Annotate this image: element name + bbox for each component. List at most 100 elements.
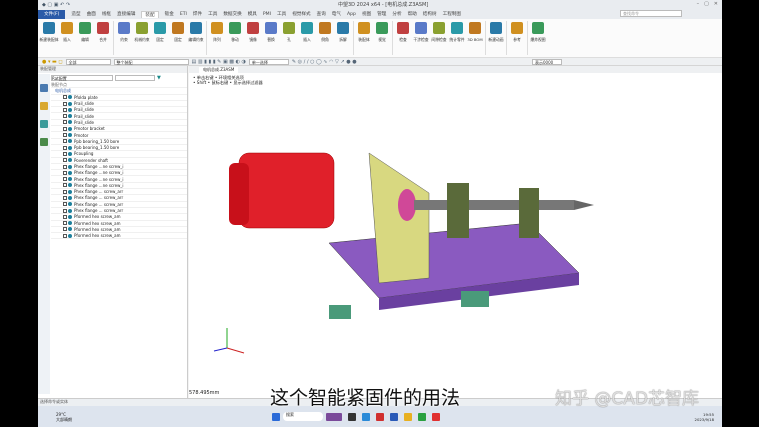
ribbon-button[interactable]: 统计零件 (448, 19, 466, 57)
ribbon-button[interactable]: 3D BOM (466, 19, 484, 57)
ribbon-button[interactable]: 固定 (151, 19, 169, 57)
clock[interactable]: 19:55 2023/9/18 (695, 412, 714, 422)
ribbon-button[interactable]: 编辑 (76, 19, 94, 57)
tab[interactable]: 线框 (102, 11, 111, 17)
selection-select[interactable]: 单一选择 (248, 58, 289, 65)
config-select[interactable]: Rat配置 (51, 75, 113, 81)
visibility-checkbox[interactable] (63, 164, 67, 169)
close-icon[interactable]: ✕ (714, 1, 718, 7)
app-icon[interactable] (390, 412, 398, 421)
ribbon-button[interactable]: 新建动画 (487, 19, 505, 57)
zoom-select[interactable]: 表示0000 (532, 58, 562, 65)
tab[interactable]: 帮助 (408, 11, 417, 17)
app-icon[interactable] (348, 412, 356, 421)
tab[interactable]: 数据交换 (223, 11, 241, 17)
visibility-checkbox[interactable] (63, 214, 67, 219)
visibility-checkbox[interactable] (63, 227, 67, 232)
app-icon[interactable] (418, 412, 426, 421)
ribbon-button[interactable]: 合并 (94, 19, 112, 57)
minimize-icon[interactable]: – (697, 1, 700, 7)
user-icon[interactable] (40, 138, 48, 146)
ribbon-button[interactable]: 镜像 (244, 19, 262, 57)
tab[interactable]: 工具 (208, 11, 217, 17)
ribbon-button[interactable]: 固定 (169, 19, 187, 57)
visibility-checkbox[interactable] (63, 221, 67, 226)
ribbon-button[interactable]: 移动 (226, 19, 244, 57)
assembly-select[interactable]: 整个装配 (113, 58, 189, 65)
ribbon-button[interactable]: 插入 (298, 19, 316, 57)
ribbon-button[interactable]: 间隙检查 (430, 19, 448, 57)
filter-select[interactable]: 全部 (65, 58, 111, 65)
visibility-checkbox[interactable] (63, 139, 67, 144)
tab[interactable]: 结构树 (423, 11, 437, 17)
tab[interactable]: PMI (263, 12, 271, 17)
visibility-checkbox[interactable] (63, 133, 67, 138)
tree-search-input[interactable] (115, 75, 155, 81)
ribbon-button[interactable]: 参考 (508, 19, 526, 57)
toolbar-icons-3[interactable]: ✎ ◎ ∕ ∕ ○ ◯ ∿ ◠ ▽ ↗ ● ● (292, 59, 357, 65)
tab[interactable]: 曲面 (87, 11, 96, 17)
ribbon-button[interactable]: 干涉检查 (412, 19, 430, 57)
ribbon-button[interactable]: 拆解 (334, 19, 352, 57)
ribbon-button[interactable]: 视觉 (373, 19, 391, 57)
ribbon-button[interactable]: 新建装配体 (40, 19, 59, 57)
ribbon-button[interactable]: 阵列 (208, 19, 226, 57)
assembly-model[interactable] (189, 73, 722, 398)
app-icon[interactable] (326, 412, 342, 421)
tab[interactable]: 直接编辑 (117, 11, 135, 17)
tab[interactable]: App (347, 12, 356, 17)
visibility-checkbox[interactable] (63, 101, 67, 106)
ribbon-button[interactable]: 约束 (115, 19, 133, 57)
history-icon[interactable] (40, 102, 48, 110)
tab[interactable]: 造型 (71, 11, 80, 17)
ribbon-button[interactable]: 替换 (262, 19, 280, 57)
tab[interactable]: 视觉样式 (292, 11, 310, 17)
tab[interactable]: 分析 (392, 11, 401, 17)
tab[interactable]: 视图 (362, 11, 371, 17)
tab[interactable]: 查询 (317, 11, 326, 17)
visibility-checkbox[interactable] (63, 107, 67, 112)
visibility-checkbox[interactable] (63, 189, 67, 194)
visibility-checkbox[interactable] (63, 120, 67, 125)
weather-widget[interactable]: 29°C 大部晴朗 (56, 412, 72, 422)
visibility-checkbox[interactable] (63, 183, 67, 188)
visibility-checkbox[interactable] (63, 151, 67, 156)
ribbon-button[interactable]: 倒角 (316, 19, 334, 57)
app-icon[interactable] (432, 412, 440, 421)
tab[interactable]: 钣金 (165, 11, 174, 17)
app-icon[interactable] (362, 412, 370, 421)
tab[interactable]: 模具 (248, 11, 257, 17)
tree-item[interactable]: Pformed hex screw_am (51, 233, 187, 240)
toolbar-icons[interactable]: ● ▾ ▬ ◻ (42, 59, 63, 65)
maximize-icon[interactable]: ▢ (704, 1, 709, 7)
start-icon[interactable] (272, 412, 280, 421)
folder-icon[interactable] (404, 412, 412, 421)
command-search-input[interactable]: 查找命令 (620, 10, 682, 17)
tab[interactable]: 管理 (377, 11, 386, 17)
ribbon-button[interactable]: 检查 (394, 19, 412, 57)
taskbar-search[interactable]: 搜索 (283, 412, 323, 421)
visibility-checkbox[interactable] (63, 158, 67, 163)
assembly-icon[interactable] (40, 84, 48, 92)
tab[interactable]: ETI (180, 12, 187, 17)
visibility-checkbox[interactable] (63, 145, 67, 150)
visibility-checkbox[interactable] (63, 95, 67, 100)
3d-viewport[interactable]: 电机总成.Z3ASM • 单击右键 • 环境相关选项 • Shift • 鼠标右键… (189, 66, 722, 398)
ribbon-button[interactable]: 编辑约束 (187, 19, 205, 57)
tab[interactable]: 文件(F) (38, 9, 66, 19)
tab[interactable]: 焊件 (193, 11, 202, 17)
tab[interactable]: 工具 (277, 11, 286, 17)
app-icon[interactable] (376, 412, 384, 421)
toolbar-icons-2[interactable]: ▤ ▥ ▮ ▮ ▮ ✎ ▣ ▩ ◐ ◑ (192, 59, 246, 65)
tab[interactable]: 装配 (141, 10, 159, 18)
visibility-checkbox[interactable] (63, 202, 67, 207)
visibility-checkbox[interactable] (63, 170, 67, 175)
ribbon-button[interactable]: 机械约束 (133, 19, 151, 57)
document-tab[interactable]: 电机总成.Z3ASM (199, 66, 239, 73)
ribbon-button[interactable]: 插入 (58, 19, 76, 57)
visibility-checkbox[interactable] (63, 233, 67, 238)
visibility-checkbox[interactable] (63, 208, 67, 213)
visibility-checkbox[interactable] (63, 126, 67, 131)
quick-access-toolbar[interactable]: ◆ ▢ ▣ ↶ ↷ (42, 2, 70, 8)
tab[interactable]: 工程制图 (443, 11, 461, 17)
